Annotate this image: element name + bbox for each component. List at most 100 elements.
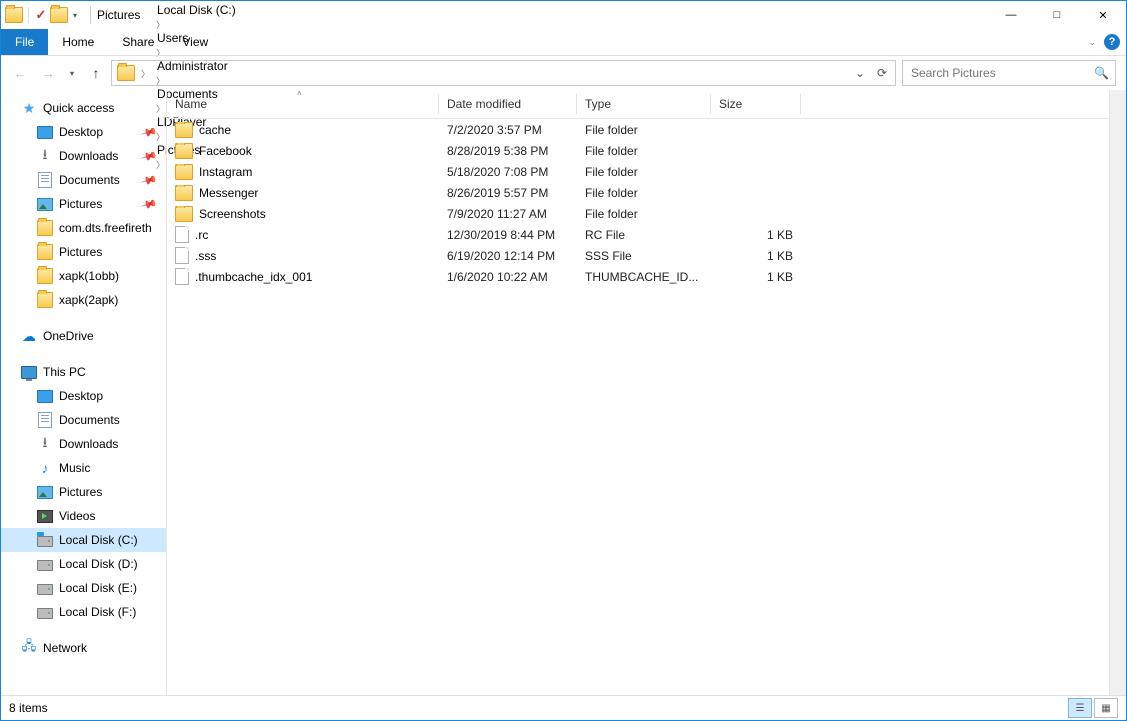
ribbon: File Home Share View ⌄ ? [1,29,1126,56]
sidebar-item[interactable]: xapk(1obb) [1,264,166,288]
window-controls: — □ ✕ [988,1,1126,29]
quick-access-toolbar: ✓ ▾ [1,7,84,23]
column-type[interactable]: Type [577,90,711,118]
folder-icon [37,244,53,260]
file-type: File folder [577,144,711,158]
tree-label: Local Disk (D:) [59,557,138,571]
network-node[interactable]: 🖧 Network [1,636,166,660]
file-row[interactable]: .thumbcache_idx_0011/6/2020 10:22 AMTHUM… [167,266,1126,287]
file-row[interactable]: Instagram5/18/2020 7:08 PMFile folder [167,161,1126,182]
properties-icon[interactable]: ✓ [34,8,48,22]
this-pc-node[interactable]: This PC [1,360,166,384]
file-icon [175,268,189,285]
home-tab[interactable]: Home [48,29,108,55]
sidebar-item[interactable]: Pictures [1,240,166,264]
file-name: cache [199,123,231,137]
chevron-right-icon[interactable]: 〉 [138,67,153,80]
file-date: 6/19/2020 12:14 PM [439,249,577,263]
close-button[interactable]: ✕ [1080,1,1126,29]
file-row[interactable]: .rc12/30/2019 8:44 PMRC File1 KB [167,224,1126,245]
details-view-button[interactable]: ☰ [1068,698,1092,718]
column-size[interactable]: Size [711,90,801,118]
search-icon[interactable]: 🔍 [1094,66,1109,80]
tree-label: Documents [59,173,120,187]
forward-button[interactable]: → [39,64,57,82]
folder-icon [37,220,53,236]
sidebar-item[interactable]: Documents📌 [1,168,166,192]
search-input[interactable] [909,65,1073,81]
up-button[interactable]: ↑ [87,64,105,82]
sidebar-item[interactable]: Desktop📌 [1,120,166,144]
vertical-scrollbar[interactable] [1109,90,1126,695]
file-type: File folder [577,165,711,179]
tree-label: Quick access [43,101,114,115]
music-icon: ♪ [37,460,53,476]
file-row[interactable]: Screenshots7/9/2020 11:27 AMFile folder [167,203,1126,224]
sidebar-item[interactable]: Documents [1,408,166,432]
chevron-right-icon[interactable]: 〉 [153,0,168,2]
tree-label: Local Disk (E:) [59,581,137,595]
sidebar-item[interactable]: Local Disk (F:) [1,600,166,624]
address-bar[interactable]: 〉 This PC〉Local Disk (C:)〉Users〉Administ… [111,60,896,86]
view-tab[interactable]: View [168,29,222,55]
breadcrumb-segment[interactable]: Local Disk (C:) [153,3,240,17]
pin-icon: 📌 [140,195,158,213]
file-size: 1 KB [711,270,801,284]
history-dropdown-icon[interactable]: ▾ [67,69,77,78]
explorer-window: ✓ ▾ Pictures — □ ✕ File Home Share View … [0,0,1127,721]
new-folder-icon[interactable] [50,7,68,23]
file-date: 8/26/2019 5:57 PM [439,186,577,200]
pictures-icon [37,196,53,212]
file-name: Facebook [199,144,252,158]
window-title: Pictures [97,8,140,22]
qat-customize-icon[interactable]: ▾ [70,11,80,20]
sidebar-item[interactable]: Local Disk (E:) [1,576,166,600]
file-row[interactable]: .sss6/19/2020 12:14 PMSSS File1 KB [167,245,1126,266]
folder-icon [175,206,193,222]
column-date[interactable]: Date modified [439,90,577,118]
column-name[interactable]: Name ˄ [167,90,439,118]
drive-icon [37,556,53,572]
file-row[interactable]: Facebook8/28/2019 5:38 PMFile folder [167,140,1126,161]
documents-icon [37,412,53,428]
location-icon [117,65,135,81]
sidebar-item[interactable]: Pictures [1,480,166,504]
chevron-right-icon[interactable]: 〉 [153,76,168,86]
sidebar-item[interactable]: ⭳Downloads📌 [1,144,166,168]
drive-icon [37,604,53,620]
back-button[interactable]: ← [11,64,29,82]
file-row[interactable]: cache7/2/2020 3:57 PMFile folder [167,119,1126,140]
minimize-button[interactable]: — [988,1,1034,29]
refresh-button[interactable]: ⟳ [871,62,893,84]
expand-ribbon-icon[interactable]: ⌄ [1088,37,1096,48]
file-tab[interactable]: File [1,29,48,55]
sidebar-item[interactable]: Pictures 📌 [1,192,166,216]
quick-access-node[interactable]: ★ Quick access [1,96,166,120]
file-row[interactable]: Messenger8/26/2019 5:57 PMFile folder [167,182,1126,203]
search-box[interactable]: 🔍 [902,60,1116,86]
onedrive-node[interactable]: ☁ OneDrive [1,324,166,348]
sidebar-item[interactable]: Desktop [1,384,166,408]
status-bar: 8 items ☰ ▦ [1,695,1126,720]
share-tab[interactable]: Share [108,29,168,55]
item-count: 8 items [9,701,48,715]
tree-label: Network [43,641,87,655]
sidebar-item[interactable]: Videos [1,504,166,528]
file-size: 1 KB [711,228,801,242]
sidebar-item[interactable]: ⭳Downloads [1,432,166,456]
help-icon[interactable]: ? [1104,34,1120,50]
thumbnails-view-button[interactable]: ▦ [1094,698,1118,718]
address-dropdown-icon[interactable]: ⌄ [849,62,871,84]
tree-label: Pictures [59,197,102,211]
folder-icon [175,122,193,138]
folder-icon [175,164,193,180]
sidebar-item[interactable]: com.dts.freefireth [1,216,166,240]
sidebar-item[interactable]: xapk(2apk) [1,288,166,312]
sidebar-item[interactable]: Local Disk (D:) [1,552,166,576]
sidebar-item[interactable]: Local Disk (C:) [1,528,166,552]
maximize-button[interactable]: □ [1034,1,1080,29]
tree-label: Desktop [59,125,103,139]
tree-label: Local Disk (C:) [59,533,138,547]
sidebar-item[interactable]: ♪Music [1,456,166,480]
breadcrumb-segment[interactable]: Administrator [153,59,240,73]
